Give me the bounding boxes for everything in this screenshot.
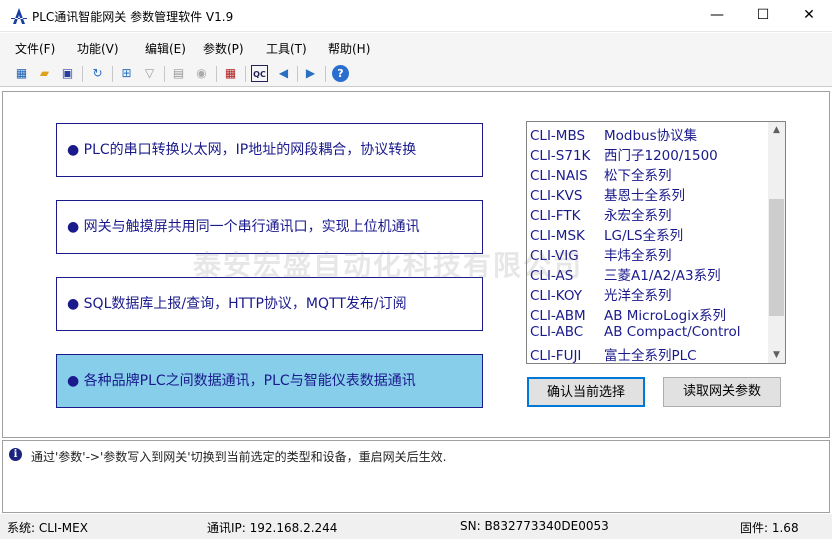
toolbar-separator (325, 66, 326, 82)
device-code: CLI-MSK (530, 228, 585, 244)
device-code: CLI-MBS (530, 128, 586, 144)
menu-file[interactable]: 文件(F) (15, 40, 55, 57)
prev-icon[interactable]: ◀ (275, 65, 292, 82)
feature-item[interactable]: ● 网关与触摸屏共用同一个串行通讯口，实现上位机通讯 (56, 200, 483, 254)
window-title: PLC通讯智能网关 参数管理软件 V1.9 (32, 10, 234, 24)
toolbar: ▦ ▰ ▣ ↻ ⊞ ▽ ▤ ◉ ▦ QC ◀ ▶ ? (0, 61, 832, 87)
device-list-item[interactable]: CLI-NAIS 松下全系列 (530, 164, 672, 184)
gauge-icon[interactable]: ◉ (193, 65, 210, 82)
scroll-down-icon[interactable]: ▼ (768, 350, 785, 360)
device-code: CLI-S71K (530, 148, 591, 164)
device-description: 丰炜全系列 (604, 248, 672, 264)
network-icon[interactable]: ▦ (13, 65, 30, 82)
device-description: 基恩士全系列 (604, 188, 685, 204)
window-icon[interactable]: ▤ (170, 65, 187, 82)
menu-help[interactable]: 帮助(H) (328, 40, 370, 57)
device-list-item[interactable]: CLI-MBS Modbus协议集 (530, 124, 697, 144)
device-list-item[interactable]: CLI-ABC AB Compact/Control (530, 324, 741, 344)
device-list-item[interactable]: CLI-KVS 基恩士全系列 (530, 184, 685, 204)
device-code: CLI-FUJI (530, 348, 582, 364)
close-button[interactable]: ✕ (786, 0, 832, 30)
device-code: CLI-NAIS (530, 168, 588, 184)
toolbar-separator (216, 66, 217, 82)
listbox-scrollbar[interactable]: ▲ ▼ (768, 122, 785, 363)
device-list-item[interactable]: CLI-MSK LG/LS全系列 (530, 224, 683, 244)
device-description: 永宏全系列 (604, 208, 672, 224)
save-icon[interactable]: ▣ (59, 65, 76, 82)
device-code: CLI-ABM (530, 308, 586, 324)
device-description: 西门子1200/1500 (604, 148, 718, 164)
device-description: 松下全系列 (604, 168, 672, 184)
device-list-item[interactable]: CLI-FUJI 富士全系列PLC (530, 344, 697, 364)
read-gateway-params-button[interactable]: 读取网关参数 (663, 377, 781, 407)
device-description: AB Compact/Control (604, 324, 741, 340)
scrollbar-thumb[interactable] (769, 199, 784, 316)
confirm-selection-button[interactable]: 确认当前选择 (527, 377, 645, 407)
open-folder-icon[interactable]: ▰ (36, 65, 53, 82)
device-list-item[interactable]: CLI-ABM AB MicroLogix系列 (530, 304, 726, 324)
feature-item[interactable]: ● SQL数据库上报/查询，HTTP协议，MQTT发布/订阅 (56, 277, 483, 331)
grid-icon[interactable]: ▦ (222, 65, 239, 82)
maximize-button[interactable]: ☐ (740, 0, 786, 30)
status-ip: 通讯IP: 192.168.2.244 (207, 521, 338, 535)
minimize-button[interactable]: — (694, 0, 740, 30)
feature-item-selected[interactable]: ● 各种品牌PLC之间数据通讯，PLC与智能仪表数据通讯 (56, 354, 483, 408)
info-icon: i (9, 448, 22, 461)
device-code: CLI-FTK (530, 208, 581, 224)
app-logo-icon (11, 8, 27, 24)
scroll-up-icon[interactable]: ▲ (768, 125, 785, 135)
menu-bar: 文件(F) 功能(V) 编辑(E) 参数(P) 工具(T) 帮助(H) (0, 33, 832, 61)
toolbar-separator (297, 66, 298, 82)
device-description: 光洋全系列 (604, 288, 672, 304)
menu-tools[interactable]: 工具(T) (266, 40, 307, 57)
device-description: 三菱A1/A2/A3系列 (604, 268, 721, 284)
menu-edit[interactable]: 编辑(E) (145, 40, 186, 57)
device-code: CLI-KOY (530, 288, 583, 304)
title-bar: PLC通讯智能网关 参数管理软件 V1.9 — ☐ ✕ (0, 0, 832, 32)
toolbar-separator (164, 66, 165, 82)
status-bar: 系统: CLI-MEX 通讯IP: 192.168.2.244 SN: B832… (0, 514, 832, 539)
toolbar-separator (82, 66, 83, 82)
topology-icon[interactable]: ⊞ (118, 65, 135, 82)
next-icon[interactable]: ▶ (302, 65, 319, 82)
main-panel: ● PLC的串口转换以太网，IP地址的网段耦合，协议转换 ● 网关与触摸屏共用同… (2, 91, 830, 438)
device-code: CLI-KVS (530, 188, 583, 204)
toolbar-separator (112, 66, 113, 82)
menu-function[interactable]: 功能(V) (77, 40, 119, 57)
device-description: AB MicroLogix系列 (604, 308, 726, 324)
status-sn: SN: B832773340DE0053 (460, 519, 609, 533)
qc-icon[interactable]: QC (251, 65, 268, 82)
message-panel: i 通过'参数'->'参数写入到网关'切换到当前选定的类型和设备，重启网关后生效… (2, 440, 830, 513)
message-text: 通过'参数'->'参数写入到网关'切换到当前选定的类型和设备，重启网关后生效. (31, 450, 447, 464)
device-code: CLI-ABC (530, 324, 584, 340)
device-list-item[interactable]: CLI-KOY 光洋全系列 (530, 284, 672, 304)
connector-icon[interactable]: ▽ (141, 65, 158, 82)
refresh-icon[interactable]: ↻ (89, 65, 106, 82)
device-description: Modbus协议集 (604, 128, 698, 144)
device-code: CLI-VIG (530, 248, 579, 264)
status-system: 系统: CLI-MEX (7, 521, 88, 535)
device-listbox[interactable]: CLI-FUJI 富士全系列PLC CLI-ABC AB Compact/Contro… (526, 121, 786, 364)
device-list-item[interactable]: CLI-S71K 西门子1200/1500 (530, 144, 718, 164)
device-list-item[interactable]: CLI-AS 三菱A1/A2/A3系列 (530, 264, 721, 284)
feature-item[interactable]: ● PLC的串口转换以太网，IP地址的网段耦合，协议转换 (56, 123, 483, 177)
toolbar-separator (245, 66, 246, 82)
status-firmware: 固件: 1.68 (740, 521, 799, 535)
device-list-item[interactable]: CLI-FTK 永宏全系列 (530, 204, 672, 224)
device-code: CLI-AS (530, 268, 574, 284)
device-list-item[interactable]: CLI-VIG 丰炜全系列 (530, 244, 672, 264)
device-description: 富士全系列PLC (604, 348, 697, 364)
device-description: LG/LS全系列 (604, 228, 684, 244)
help-icon[interactable]: ? (332, 65, 349, 82)
menu-params[interactable]: 参数(P) (203, 40, 244, 57)
